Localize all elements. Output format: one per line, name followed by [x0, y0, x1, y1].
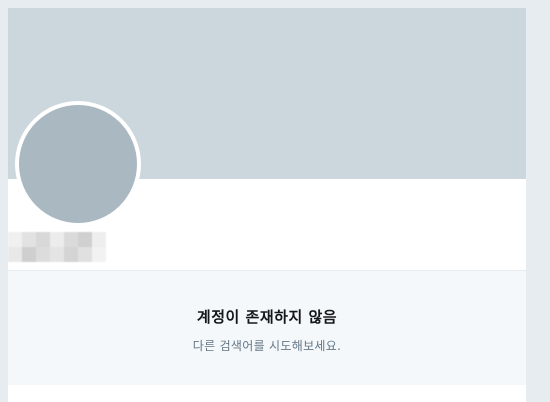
empty-state: 계정이 존재하지 않음 다른 검색어를 시도해보세요. [8, 271, 526, 385]
redacted-username [8, 232, 106, 262]
profile-card: 계정이 존재하지 않음 다른 검색어를 시도해보세요. [8, 8, 526, 402]
avatar [15, 101, 141, 227]
bottom-strip [8, 385, 526, 402]
empty-state-title: 계정이 존재하지 않음 [196, 308, 338, 326]
empty-state-subtitle: 다른 검색어를 시도해보세요. [192, 339, 342, 353]
